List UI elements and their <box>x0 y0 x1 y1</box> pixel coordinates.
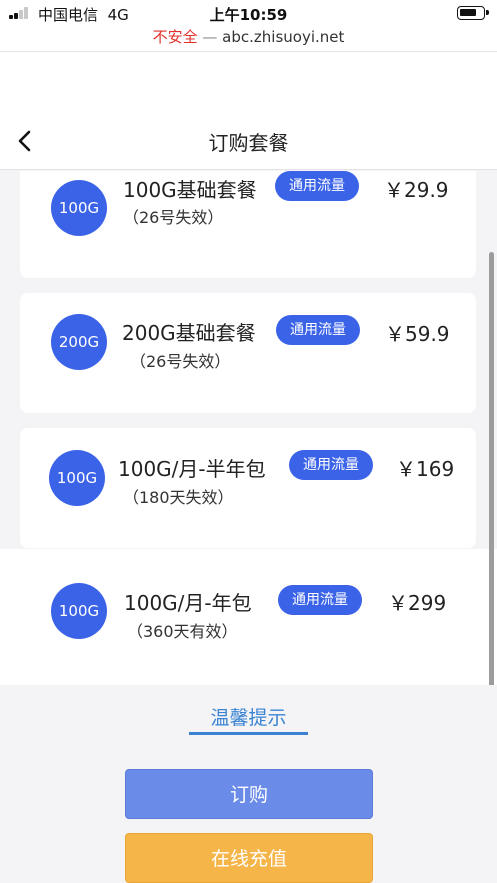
package-price: ￥299 <box>388 591 447 615</box>
package-expiry: （26号失效） <box>123 208 224 227</box>
package-badge: 100G <box>51 180 107 236</box>
package-badge: 200G <box>51 314 107 370</box>
security-warning: 不安全 <box>152 28 198 46</box>
package-expiry: （360天有效） <box>127 622 238 641</box>
package-card[interactable]: 100G 100G基础套餐 （26号失效） 通用流量 ￥29.9 <box>20 171 476 278</box>
package-card[interactable]: 100G 100G/月-半年包 （180天失效） 通用流量 ￥169 <box>20 428 476 548</box>
url-separator: — <box>202 28 218 46</box>
tips-link[interactable]: 温馨提示 <box>0 703 497 730</box>
scrollbar[interactable] <box>489 252 494 702</box>
battery-icon <box>457 6 489 20</box>
status-time: 上午10:59 <box>209 6 288 24</box>
page-title: 订购套餐 <box>208 131 289 155</box>
url-domain: abc.zhisuoyi.net <box>222 28 345 46</box>
traffic-tag: 通用流量 <box>275 171 359 201</box>
package-name: 100G/月-年包 <box>124 591 252 615</box>
package-price: ￥169 <box>396 457 455 481</box>
package-card[interactable]: 200G 200G基础套餐 （26号失效） 通用流量 ￥59.9 <box>20 293 476 413</box>
package-name: 200G基础套餐 <box>122 321 256 345</box>
tips-underline <box>189 732 308 735</box>
traffic-tag: 通用流量 <box>278 585 362 615</box>
package-name: 100G/月-半年包 <box>118 457 266 481</box>
traffic-tag: 通用流量 <box>289 450 373 480</box>
recharge-button[interactable]: 在线充值 <box>125 833 373 883</box>
package-badge: 100G <box>51 583 107 639</box>
status-bar: 中国电信 4G 上午10:59 <box>0 0 497 26</box>
package-name: 100G基础套餐 <box>123 178 257 202</box>
package-list[interactable]: 100G 100G基础套餐 （26号失效） 通用流量 ￥29.9 200G 20… <box>0 171 497 685</box>
traffic-tag: 通用流量 <box>276 315 360 345</box>
bottom-actions: 温馨提示 订购 在线充值 <box>0 685 497 883</box>
package-expiry: （180天失效） <box>123 488 234 507</box>
package-badge: 100G <box>49 450 105 506</box>
package-price: ￥29.9 <box>384 178 449 202</box>
package-card[interactable]: 100G 100G/月-年包 （360天有效） 通用流量 ￥299 <box>0 549 497 685</box>
package-price: ￥59.9 <box>385 322 450 346</box>
page-header: 订购套餐 <box>0 112 497 170</box>
order-button[interactable]: 订购 <box>125 769 373 819</box>
url-bar[interactable]: 不安全 — abc.zhisuoyi.net <box>0 26 497 52</box>
package-expiry: （26号失效） <box>130 352 231 371</box>
